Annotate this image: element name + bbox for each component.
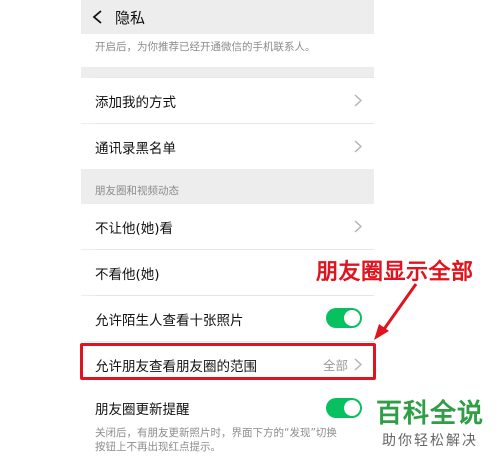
stranger-photos-toggle[interactable]	[326, 308, 362, 328]
contacts-blacklist-row[interactable]: 通讯录黑名单	[81, 124, 374, 169]
moments-reminder-toggle[interactable]	[326, 398, 362, 418]
nav-header: 隐私	[81, 0, 374, 34]
annotation-arrow-icon	[374, 283, 418, 340]
add-me-methods-row[interactable]: 添加我的方式	[81, 78, 374, 123]
watermark-logo: 百科全说 助你轻松解决	[376, 393, 500, 458]
chevron-right-icon	[354, 140, 362, 153]
section-label: 朋友圈和视频动态	[95, 185, 179, 197]
back-chevron-icon[interactable]	[91, 10, 105, 24]
recommend-contacts-hint: 开启后，为你推荐已经开通微信的手机联系人。	[95, 41, 316, 53]
chevron-right-icon	[354, 94, 362, 107]
toggle-knob	[344, 310, 360, 326]
row-label: 朋友圈更新提醒	[95, 402, 190, 418]
highlight-box	[80, 343, 376, 380]
reminder-hint-line2: 按钮上不再出现红点提示。	[95, 441, 221, 453]
hint-card: 开启后，为你推荐已经开通微信的手机联系人。	[81, 34, 374, 67]
row-label: 不让他(她)看	[95, 220, 174, 237]
privacy-settings-screen: 隐私 开启后，为你推荐已经开通微信的手机联系人。 添加我的方式 通讯录黑名单 朋…	[81, 0, 374, 458]
row-label: 通讯录黑名单	[95, 140, 176, 157]
watermark-subtitle: 助你轻松解决	[382, 433, 478, 449]
hide-from-row[interactable]: 不让他(她)看	[81, 204, 374, 249]
moments-update-reminder-row: 朋友圈更新提醒	[81, 387, 374, 429]
bottom-hint-card: 关闭后，有朋友更新照片时，界面下方的“发现”切换 按钮上不再出现红点提示。	[81, 425, 374, 458]
toggle-knob	[344, 400, 360, 416]
stranger-ten-photos-row: 允许陌生人查看十张照片	[81, 296, 374, 341]
page-title: 隐私	[115, 9, 146, 27]
chevron-right-icon	[354, 220, 362, 233]
row-label: 允许陌生人查看十张照片	[95, 312, 244, 329]
watermark-title: 百科全说	[376, 399, 485, 429]
row-label: 添加我的方式	[95, 94, 176, 111]
row-label: 不看他(她)	[95, 266, 160, 283]
reminder-hint-line1: 关闭后，有朋友更新照片时，界面下方的“发现”切换	[95, 427, 337, 439]
